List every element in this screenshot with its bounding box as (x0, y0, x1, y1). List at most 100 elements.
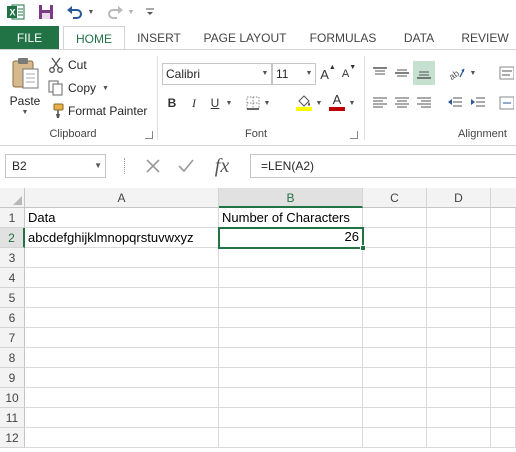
excel-icon[interactable]: X (6, 3, 26, 21)
align-left-icon[interactable] (370, 93, 390, 113)
orientation-icon[interactable]: ab (446, 63, 468, 83)
tab-file[interactable]: FILE (0, 26, 59, 50)
tab-formulas[interactable]: FORMULAS (302, 26, 384, 50)
tab-insert[interactable]: INSERT (130, 26, 188, 50)
grid-cell[interactable] (363, 208, 427, 228)
grid-cell[interactable] (491, 308, 516, 328)
copy-dropdown-icon[interactable]: ▼ (102, 85, 109, 92)
font-color-dropdown-icon[interactable]: ▼ (347, 93, 357, 113)
grid-cell[interactable] (25, 288, 219, 308)
middle-align-icon[interactable] (392, 63, 412, 83)
grid-cell[interactable] (363, 368, 427, 388)
clipboard-launcher-icon[interactable] (145, 131, 153, 139)
grid-cell[interactable] (25, 308, 219, 328)
underline-dropdown-icon[interactable]: ▼ (224, 93, 234, 113)
grid-cell[interactable] (491, 248, 516, 268)
chevron-down-icon[interactable]: ▼ (94, 155, 102, 177)
grid-cell[interactable] (25, 348, 219, 368)
column-header-b[interactable]: B (219, 188, 363, 208)
save-icon[interactable] (36, 3, 56, 21)
grid-cell[interactable] (427, 248, 491, 268)
borders-icon[interactable] (244, 93, 262, 113)
grid-cell[interactable] (363, 328, 427, 348)
grow-font-button[interactable]: A ▲ (320, 64, 336, 84)
grid-cell[interactable] (363, 428, 427, 448)
grid-cell[interactable] (491, 288, 516, 308)
grid-cell[interactable] (25, 428, 219, 448)
grid-cell[interactable] (363, 288, 427, 308)
column-header-a[interactable]: A (25, 188, 219, 208)
row-header[interactable]: 1 (0, 208, 25, 228)
grid-cell[interactable] (219, 388, 363, 408)
undo-icon[interactable] (64, 3, 86, 21)
top-align-icon[interactable] (370, 63, 390, 83)
grid-cell[interactable] (363, 228, 427, 248)
grid-cell[interactable] (427, 388, 491, 408)
grid-cell[interactable] (427, 368, 491, 388)
font-launcher-icon[interactable] (350, 131, 358, 139)
grid-cell[interactable] (363, 388, 427, 408)
grid-cell[interactable] (219, 328, 363, 348)
name-box[interactable]: B2 ▼ (5, 154, 106, 178)
row-header[interactable]: 11 (0, 408, 25, 428)
italic-button[interactable]: I (186, 93, 202, 113)
formula-input[interactable]: =LEN(A2) (250, 154, 516, 178)
paste-dropdown-icon[interactable]: ▼ (6, 109, 44, 116)
copy-button[interactable]: Copy ▼ (48, 78, 109, 98)
grid-cell[interactable] (427, 208, 491, 228)
tab-data[interactable]: DATA (392, 26, 446, 50)
grid-cell[interactable] (25, 368, 219, 388)
column-header-c[interactable]: C (363, 188, 427, 208)
row-header[interactable]: 5 (0, 288, 25, 308)
underline-button[interactable]: U (207, 93, 223, 113)
grid-cell[interactable] (219, 428, 363, 448)
column-header-d[interactable]: D (427, 188, 491, 208)
grid-cell[interactable] (219, 288, 363, 308)
grid-cell[interactable] (491, 428, 516, 448)
redo-icon[interactable] (104, 3, 126, 21)
grid-cell[interactable] (491, 368, 516, 388)
wrap-text-icon[interactable] (496, 63, 516, 83)
grid-cell[interactable] (25, 388, 219, 408)
row-header[interactable]: 9 (0, 368, 25, 388)
undo-dropdown-icon[interactable]: ▼ (86, 3, 96, 21)
tab-page-layout[interactable]: PAGE LAYOUT (196, 26, 294, 50)
grid-cell[interactable] (219, 408, 363, 428)
row-header[interactable]: 12 (0, 428, 25, 448)
column-header-partial[interactable] (491, 188, 516, 208)
cancel-icon[interactable] (138, 158, 168, 174)
decrease-indent-icon[interactable] (445, 93, 465, 113)
grid-cell[interactable] (491, 208, 516, 228)
chevron-down-icon[interactable]: ▼ (303, 64, 315, 84)
row-header[interactable]: 7 (0, 328, 25, 348)
paste-button[interactable]: Paste ▼ (6, 56, 44, 120)
align-right-icon[interactable] (414, 93, 434, 113)
grid-cell[interactable] (427, 328, 491, 348)
font-color-button[interactable]: A (328, 92, 346, 112)
grid-cell[interactable] (491, 268, 516, 288)
fill-color-dropdown-icon[interactable]: ▼ (314, 93, 324, 113)
grid-cell[interactable] (427, 268, 491, 288)
select-all-button[interactable] (0, 188, 25, 208)
grid-cell[interactable] (219, 268, 363, 288)
grid-cell[interactable] (219, 348, 363, 368)
grid-cell[interactable] (25, 408, 219, 428)
font-size-combo[interactable]: 11 ▼ (272, 63, 316, 85)
align-center-icon[interactable] (392, 93, 412, 113)
grid-cell[interactable] (219, 248, 363, 268)
chevron-down-icon[interactable]: ▼ (259, 64, 271, 84)
row-header[interactable]: 4 (0, 268, 25, 288)
grid-cell[interactable] (363, 248, 427, 268)
fill-handle[interactable] (360, 245, 366, 251)
shrink-font-button[interactable]: A ▼ (341, 64, 357, 84)
redo-dropdown-icon[interactable]: ▼ (126, 3, 136, 21)
grid-cell[interactable] (363, 348, 427, 368)
cell-b2[interactable]: 26 (218, 227, 364, 249)
cut-button[interactable]: Cut (48, 55, 87, 75)
borders-dropdown-icon[interactable]: ▼ (262, 93, 272, 113)
tab-home[interactable]: HOME (63, 26, 125, 51)
increase-indent-icon[interactable] (468, 93, 488, 113)
grid-cell[interactable] (427, 348, 491, 368)
grid-cell[interactable] (25, 328, 219, 348)
grid-cell[interactable] (427, 288, 491, 308)
